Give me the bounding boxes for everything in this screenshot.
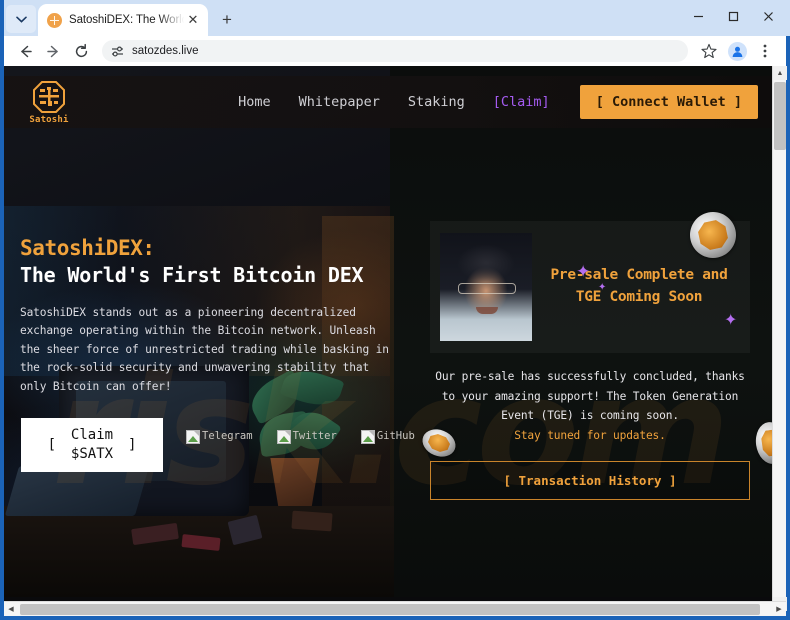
maximize-button[interactable] xyxy=(716,0,751,33)
nav-link-home[interactable]: Home xyxy=(238,94,271,110)
claim-button-line1: Claim xyxy=(70,427,114,444)
address-bar[interactable]: satozdes.live xyxy=(102,40,688,62)
satoshidex-landing-page: risk.com xyxy=(4,66,772,597)
claim-satx-button[interactable]: [ Claim $SATX ] xyxy=(21,418,163,472)
satoshi-octagon-glyph xyxy=(33,80,65,113)
minimize-button[interactable] xyxy=(681,0,716,33)
social-link-github[interactable]: GitHub xyxy=(360,430,415,444)
coin-emblem xyxy=(696,218,730,252)
tab-strip: SatoshiDEX: The World's First B ✕ + xyxy=(0,0,790,36)
claim-button-line2: $SATX xyxy=(70,446,114,462)
presale-body-text: Our pre-sale has successfully concluded,… xyxy=(430,367,750,445)
hero-kicker: SatoshiDEX: xyxy=(20,236,155,260)
broken-image-icon xyxy=(186,430,200,444)
portrait-glasses xyxy=(458,283,516,294)
presale-body-accent: Stay tuned for updates. xyxy=(514,428,666,442)
tune-sliders-icon[interactable] xyxy=(110,44,125,59)
url-text: satozdes.live xyxy=(132,45,199,57)
hero-text-block: SatoshiDEX: The World's First Bitcoin DE… xyxy=(20,236,390,396)
browser-toolbar: satozdes.live xyxy=(4,36,786,66)
back-arrow-icon xyxy=(20,45,32,57)
forward-button[interactable] xyxy=(40,38,66,64)
social-link-telegram-alt: Telegram xyxy=(202,430,253,442)
close-icon[interactable]: ✕ xyxy=(184,11,202,29)
satoshi-nakamoto-portrait xyxy=(440,233,532,341)
new-tab-button[interactable]: + xyxy=(214,7,240,33)
forward-arrow-icon xyxy=(46,45,58,57)
browser-window: SatoshiDEX: The World's First B ✕ + xyxy=(0,0,790,620)
back-button[interactable] xyxy=(12,38,38,64)
maximize-icon xyxy=(728,11,739,22)
tabstrip-left-padding xyxy=(0,0,4,36)
site-navbar: Satoshi Home Whitepaper Staking [Claim] … xyxy=(4,76,772,128)
profile-avatar-icon xyxy=(727,41,747,61)
profile-button[interactable] xyxy=(724,38,750,64)
vertical-scrollbar-thumb[interactable] xyxy=(774,82,786,150)
vertical-scrollbar[interactable]: ▲ ▼ xyxy=(772,66,787,611)
coin-emblem xyxy=(426,432,452,455)
horizontal-scrollbar-thumb[interactable] xyxy=(20,603,760,615)
plant-pot xyxy=(270,458,320,506)
reload-icon xyxy=(75,43,87,57)
minimize-icon xyxy=(694,15,703,18)
reload-button[interactable] xyxy=(68,38,94,64)
browser-menu-button[interactable] xyxy=(752,38,778,64)
page-viewport: risk.com xyxy=(4,66,786,611)
presale-panel: Pre-sale Complete and TGE Coming Soon ✦ … xyxy=(430,221,750,501)
social-link-twitter-alt: Twitter xyxy=(292,430,337,442)
hero-description: SatoshiDEX stands out as a pioneering de… xyxy=(20,306,389,393)
navbar-links: Home Whitepaper Staking [Claim] xyxy=(238,94,550,110)
transaction-history-button[interactable]: [ Transaction History ] xyxy=(430,461,750,501)
tune-sliders-glyph xyxy=(112,45,123,56)
scroll-left-button[interactable]: ◀ xyxy=(4,602,18,616)
scroll-right-button[interactable]: ▶ xyxy=(772,602,786,616)
connect-wallet-button[interactable]: [ Connect Wallet ] xyxy=(579,85,758,119)
satoshi-octagon-logo-icon xyxy=(32,80,66,114)
horizontal-scrollbar[interactable]: ◀ ▶ xyxy=(4,601,786,616)
background-keyboard xyxy=(4,466,150,516)
social-link-twitter[interactable]: Twitter xyxy=(276,430,337,444)
horizontal-scrollbar-track[interactable] xyxy=(18,603,772,616)
claim-bracket-left: [ xyxy=(47,436,56,453)
person-glyph xyxy=(732,46,742,57)
background-desk xyxy=(4,506,394,597)
social-link-telegram[interactable]: Telegram xyxy=(186,430,253,444)
presale-body-main: Our pre-sale has successfully concluded,… xyxy=(435,370,745,423)
tab-search-dropdown-button[interactable] xyxy=(6,5,36,33)
close-window-button[interactable] xyxy=(751,0,786,33)
background-clutter xyxy=(291,510,333,532)
satoshi-favicon xyxy=(47,12,62,28)
hero-title: The World's First Bitcoin DEX xyxy=(20,263,364,287)
star-icon xyxy=(701,43,717,59)
brand-name: Satoshi xyxy=(29,114,69,125)
window-controls xyxy=(681,0,786,33)
sparkle-icon: ✦ xyxy=(724,312,738,329)
social-links: Telegram Twitter GitHub xyxy=(186,430,415,444)
bookmark-button[interactable] xyxy=(696,38,722,64)
nav-link-whitepaper[interactable]: Whitepaper xyxy=(299,94,380,110)
nav-link-staking[interactable]: Staking xyxy=(408,94,465,110)
social-link-github-alt: GitHub xyxy=(376,430,415,442)
presale-heading: Pre-sale Complete and TGE Coming Soon xyxy=(550,267,728,305)
broken-image-icon xyxy=(360,430,375,444)
brand-logo[interactable]: Satoshi xyxy=(18,80,80,125)
browser-tab[interactable]: SatoshiDEX: The World's First B ✕ xyxy=(38,4,208,36)
coin-emblem xyxy=(760,429,772,457)
portrait-mouth xyxy=(476,307,498,314)
claim-bracket-right: ] xyxy=(128,436,137,453)
tab-title: SatoshiDEX: The World's First B xyxy=(69,14,184,26)
chevron-down-icon xyxy=(15,16,27,23)
nav-link-claim[interactable]: [Claim] xyxy=(493,94,550,110)
scroll-up-button[interactable]: ▲ xyxy=(773,66,787,80)
three-dot-menu-icon xyxy=(763,44,767,58)
close-icon xyxy=(764,12,773,21)
broken-image-icon xyxy=(276,430,291,444)
